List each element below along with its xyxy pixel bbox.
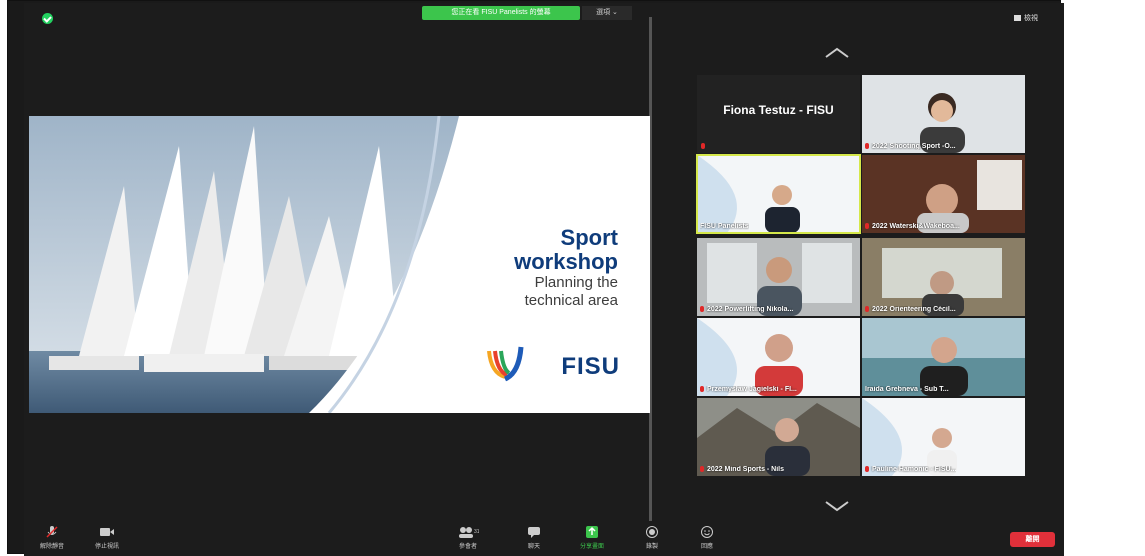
participant-tile-active-speaker[interactable]: FISU Panelists	[696, 154, 861, 234]
grid-view-icon	[1014, 15, 1021, 22]
sailboats-photo	[29, 116, 459, 413]
record-button[interactable]: 錄製	[637, 525, 667, 550]
slide-title-line2: workshop	[514, 249, 618, 274]
screen-share-banner: 您正在看 FISU Panelists 的螢幕	[422, 6, 580, 20]
video-feed	[862, 75, 1025, 153]
video-feed	[697, 155, 860, 233]
participant-tile[interactable]: Fiona Testuz - FISU	[697, 75, 860, 153]
muted-mic-icon	[700, 466, 704, 473]
share-screen-icon	[586, 526, 598, 538]
slide-title-line1: Sport	[560, 225, 618, 250]
shared-slide: Sport workshop Planning the technical ar…	[29, 116, 650, 413]
participant-name: Iraida Grebneva - Sub T...	[865, 386, 949, 393]
slide-subtitle-line2: technical area	[524, 292, 618, 309]
participant-name: 2022 Powerlifting Nikola...	[707, 306, 794, 313]
video-feed	[697, 238, 860, 316]
record-label: 錄製	[645, 544, 658, 550]
participant-name: Pauline Hamonic - FISU...	[872, 466, 957, 473]
participant-name: 2022 Orienteering Cécil...	[872, 306, 956, 313]
smiley-reaction-icon	[701, 526, 713, 538]
muted-microphone-icon	[46, 526, 58, 538]
participant-tile[interactable]: 2022 Powerlifting Nikola...	[697, 238, 860, 316]
participant-name: 2022 Waterski&Wakeboa...	[872, 223, 960, 230]
participant-tile[interactable]: Pauline Hamonic - FISU...	[862, 398, 1025, 476]
participant-tile[interactable]: Iraida Grebneva - Sub T...	[862, 318, 1025, 396]
view-label: 檢視	[1024, 15, 1038, 22]
view-toggle-button[interactable]: 檢視	[1014, 13, 1038, 23]
participant-name: 2022 Shooting Sport -O...	[872, 143, 956, 150]
chat-label: 聊天	[527, 544, 540, 550]
reactions-label: 回應	[700, 544, 713, 550]
fisu-logo: FISU	[485, 343, 620, 383]
participant-name: 2022 Mind Sports - Nils	[707, 466, 785, 473]
participant-name: Przemysław Jagielski - FI...	[707, 386, 797, 393]
reactions-button[interactable]: 回應	[692, 525, 722, 550]
slide-heading: Sport workshop Planning the technical ar…	[514, 226, 618, 310]
muted-mic-icon	[865, 223, 869, 230]
participant-tile[interactable]: 2022 Mind Sports - Nils	[697, 398, 860, 476]
fisu-emblem-icon	[487, 346, 524, 382]
participant-tile[interactable]: 2022 Orienteering Cécil...	[862, 238, 1025, 316]
participant-tile[interactable]: 2022 Waterski&Wakeboa...	[862, 155, 1025, 233]
unmute-label: 解除靜音	[39, 544, 64, 550]
view-options-dropdown[interactable]: 選項 ⌄	[582, 6, 632, 20]
chat-button[interactable]: 聊天	[519, 525, 549, 550]
video-feed	[697, 398, 860, 476]
participant-tile[interactable]: Przemysław Jagielski - FI...	[697, 318, 860, 396]
share-screen-button[interactable]: 分享畫面	[572, 525, 612, 550]
muted-mic-icon	[701, 143, 705, 149]
participants-button[interactable]: 31 參會者	[448, 525, 488, 550]
share-screen-label: 分享畫面	[579, 544, 604, 550]
muted-mic-icon	[865, 143, 869, 150]
record-icon	[646, 526, 658, 538]
stop-video-button[interactable]: 停止視訊	[84, 525, 130, 550]
participant-name: FISU Panelists	[700, 223, 749, 230]
video-feed	[862, 238, 1025, 316]
muted-mic-icon	[700, 306, 704, 313]
video-feed	[862, 155, 1025, 233]
video-feed	[697, 318, 860, 396]
slide-subtitle-line1: Planning the	[534, 274, 618, 291]
participants-count: 31	[474, 529, 479, 535]
meeting-toolbar: 解除靜音 停止視訊 31 參會者 聊天 分享畫面 錄製 回應	[24, 521, 1064, 556]
gallery-prev-chevron-up-icon[interactable]	[822, 45, 852, 59]
stop-video-label: 停止視訊	[94, 544, 119, 550]
muted-mic-icon	[700, 386, 704, 393]
leave-meeting-button[interactable]: 離開	[1010, 532, 1055, 547]
gallery-next-chevron-down-icon[interactable]	[822, 500, 852, 514]
participant-name: Fiona Testuz - FISU	[723, 103, 834, 117]
chat-bubble-icon	[528, 527, 540, 538]
video-camera-icon	[100, 528, 114, 536]
unmute-button[interactable]: 解除靜音	[32, 525, 72, 550]
video-feed	[862, 398, 1025, 476]
muted-mic-icon	[865, 466, 869, 473]
participant-tile[interactable]: 2022 Shooting Sport -O...	[862, 75, 1025, 153]
participants-icon: 31	[459, 527, 479, 538]
fisu-wordmark: FISU	[561, 353, 620, 380]
participants-label: 參會者	[458, 544, 477, 550]
muted-mic-icon	[865, 306, 869, 313]
video-feed	[862, 318, 1025, 396]
security-shield-icon[interactable]	[42, 13, 53, 24]
